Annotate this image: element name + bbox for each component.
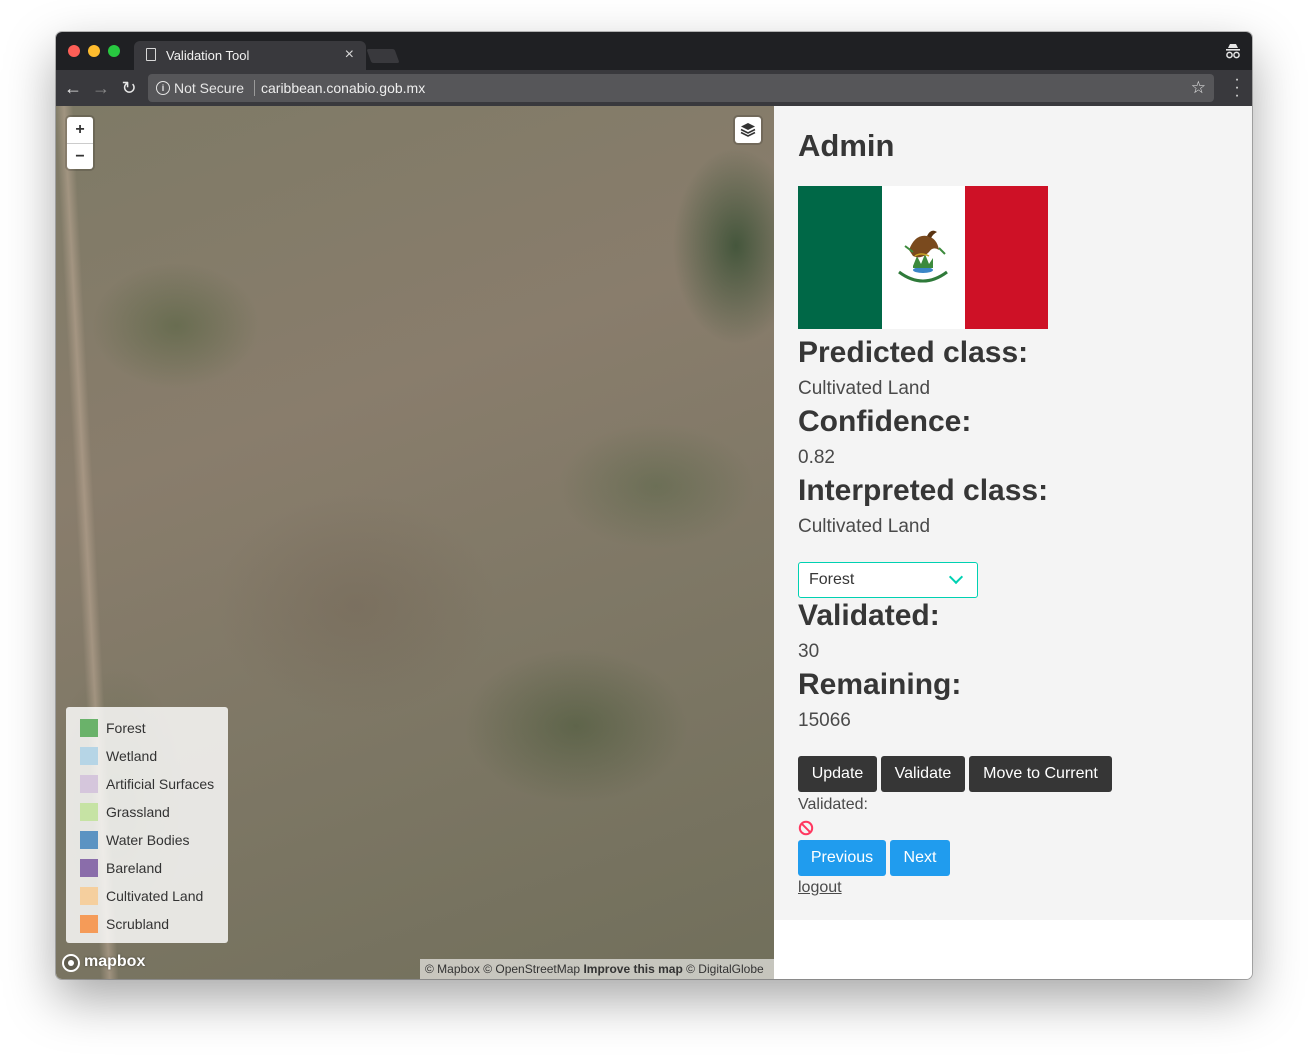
- mapbox-logo-icon: [62, 954, 80, 972]
- new-tab-button[interactable]: [366, 49, 400, 63]
- mapbox-wordmark: mapbox: [84, 953, 146, 970]
- zoom-out-button[interactable]: −: [67, 143, 93, 169]
- remaining-count: 15066: [798, 710, 851, 731]
- legend-label: Scrubland: [106, 916, 170, 932]
- next-button[interactable]: Next: [890, 840, 950, 876]
- predicted-class-value: Cultivated Land: [798, 378, 931, 399]
- update-button[interactable]: Update: [798, 756, 877, 792]
- address-bar[interactable]: i Not Secure caribbean.conabio.gob.mx ☆: [148, 74, 1214, 102]
- close-window-button[interactable]: [68, 45, 80, 57]
- page-title: Admin: [798, 128, 895, 163]
- flag-green-stripe: [798, 186, 882, 329]
- interpreted-class-heading: Interpreted class:: [798, 474, 1049, 507]
- incognito-icon: [1226, 44, 1240, 59]
- attribution-text-2[interactable]: © DigitalGlobe: [683, 962, 764, 976]
- legend-label: Forest: [106, 720, 146, 736]
- legend-label: Grassland: [106, 804, 170, 820]
- legend-swatch: [80, 915, 98, 933]
- validate-button[interactable]: Validate: [881, 756, 965, 792]
- browser-toolbar: ← → ↻ i Not Secure caribbean.conabio.gob…: [56, 70, 1252, 106]
- security-status[interactable]: Not Secure: [174, 80, 244, 96]
- validated-status-label: Validated:: [798, 796, 868, 813]
- logout-link[interactable]: logout: [798, 879, 842, 897]
- tab-title: Validation Tool: [166, 48, 250, 63]
- legend-label: Cultivated Land: [106, 888, 204, 904]
- predicted-class-heading: Predicted class:: [798, 336, 1029, 369]
- mexico-flag: [798, 186, 1048, 329]
- not-validated-icon: [798, 820, 814, 836]
- satellite-map[interactable]: + − Forest Wetland Artificial Surfaces G…: [56, 106, 774, 979]
- flag-red-stripe: [965, 186, 1048, 329]
- chevron-down-icon: [948, 569, 964, 585]
- browser-window: Validation Tool × ← → ↻ i Not Secure car…: [56, 32, 1252, 979]
- maximize-window-button[interactable]: [108, 45, 120, 57]
- legend-label: Water Bodies: [106, 832, 190, 848]
- previous-button[interactable]: Previous: [798, 840, 886, 876]
- legend-swatch: [80, 803, 98, 821]
- legend-label: Bareland: [106, 860, 163, 876]
- zoom-in-button[interactable]: +: [67, 117, 93, 143]
- tab-strip: Validation Tool ×: [56, 32, 1252, 70]
- validated-heading: Validated:: [798, 599, 940, 632]
- layers-icon: [740, 123, 756, 137]
- legend-swatch: [80, 831, 98, 849]
- coat-of-arms-icon: [898, 230, 948, 283]
- browser-tab[interactable]: Validation Tool ×: [134, 41, 366, 70]
- zoom-control: + −: [67, 117, 93, 169]
- interpreted-class-value: Cultivated Land: [798, 516, 931, 537]
- remaining-heading: Remaining:: [798, 668, 962, 701]
- bookmark-star-icon[interactable]: ☆: [1191, 78, 1206, 98]
- class-select[interactable]: Forest: [798, 562, 978, 598]
- legend-swatch: [80, 859, 98, 877]
- legend-swatch: [80, 719, 98, 737]
- legend-swatch: [80, 747, 98, 765]
- attribution-text[interactable]: © Mapbox © OpenStreetMap: [425, 962, 583, 976]
- url-text[interactable]: caribbean.conabio.gob.mx: [261, 80, 425, 96]
- layers-button[interactable]: [735, 117, 761, 143]
- forward-arrow-icon[interactable]: →: [90, 77, 112, 99]
- back-arrow-icon[interactable]: ←: [62, 77, 84, 99]
- confidence-value: 0.82: [798, 447, 835, 468]
- address-separator: [254, 80, 255, 96]
- legend-label: Artificial Surfaces: [106, 776, 215, 792]
- map-legend: Forest Wetland Artificial Surfaces Grass…: [66, 707, 228, 943]
- reload-icon[interactable]: ↻: [118, 77, 140, 99]
- info-icon[interactable]: i: [156, 81, 170, 95]
- map-attribution: © Mapbox © OpenStreetMap Improve this ma…: [420, 959, 774, 979]
- legend-swatch: [80, 775, 98, 793]
- page-content: + − Forest Wetland Artificial Surfaces G…: [56, 106, 1252, 979]
- tab-close-icon[interactable]: ×: [345, 45, 354, 65]
- side-panel: Admin Predicted class: Cultivated Land C…: [774, 106, 1252, 920]
- class-select-value: Forest: [809, 571, 855, 588]
- validated-count: 30: [798, 641, 820, 662]
- move-to-current-button[interactable]: Move to Current: [969, 756, 1112, 792]
- improve-map-link[interactable]: Improve this map: [583, 962, 682, 976]
- page-icon: [146, 48, 156, 61]
- browser-menu-icon[interactable]: · · ·: [1234, 72, 1240, 104]
- legend-label: Wetland: [106, 748, 158, 764]
- legend-swatch: [80, 887, 98, 905]
- minimize-window-button[interactable]: [88, 45, 100, 57]
- confidence-heading: Confidence:: [798, 405, 972, 438]
